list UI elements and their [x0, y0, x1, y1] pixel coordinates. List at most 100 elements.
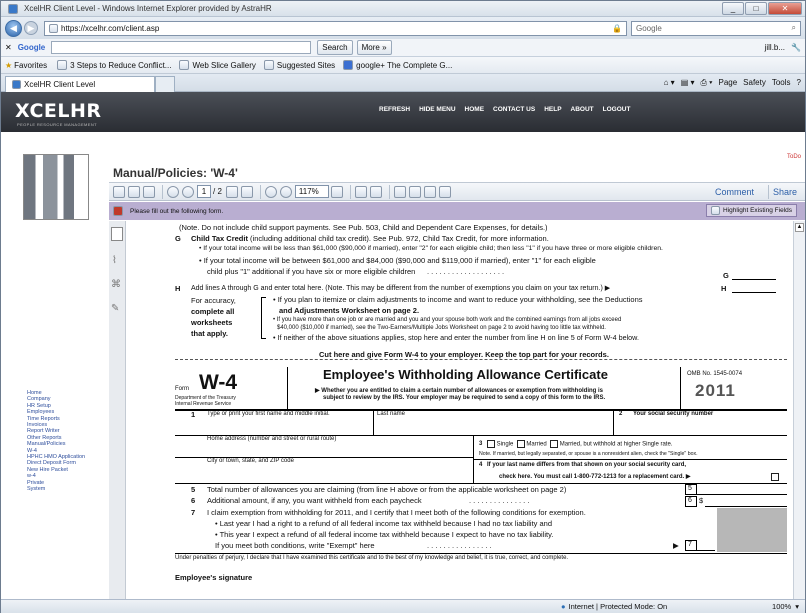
- divider: [613, 411, 614, 435]
- site-logo[interactable]: XCELHR: [15, 100, 102, 122]
- zoom-input[interactable]: 117%: [294, 185, 329, 198]
- google-search-input[interactable]: [51, 41, 312, 54]
- last-name-label: Last name: [377, 411, 406, 417]
- minimize-button[interactable]: _: [722, 2, 744, 15]
- highlight-fields-button[interactable]: Highlight Existing Fields: [705, 204, 797, 217]
- attach-icon[interactable]: [408, 185, 421, 198]
- zoom-dropdown-icon[interactable]: [330, 185, 343, 198]
- home-icon[interactable]: ⌂ ▾: [664, 78, 675, 87]
- h-left-4: that apply.: [191, 329, 228, 338]
- signin-label[interactable]: jill.b...: [765, 43, 785, 52]
- tab-title: XcelHR Client Level: [24, 79, 96, 89]
- rss-icon[interactable]: ▤ ▾: [681, 78, 695, 87]
- comment-button[interactable]: Comment: [715, 187, 754, 197]
- fav-item[interactable]: 3 Steps to Reduce Conflict...: [70, 61, 171, 70]
- single-checkbox[interactable]: [487, 440, 495, 448]
- married-higher-checkbox[interactable]: [550, 440, 559, 448]
- allowances-field[interactable]: [697, 484, 787, 495]
- tools-menu[interactable]: Tools: [772, 78, 791, 87]
- line-g-field[interactable]: [732, 279, 776, 280]
- save-icon[interactable]: [113, 185, 125, 198]
- line-h-field[interactable]: [732, 292, 776, 293]
- pdf-scrollbar[interactable]: ▲: [793, 221, 805, 599]
- married-checkbox[interactable]: [516, 440, 525, 448]
- print-icon[interactable]: ⎙ ▾: [701, 78, 713, 88]
- maximize-button[interactable]: □: [745, 2, 767, 15]
- binoculars-icon[interactable]: ⌘: [111, 279, 121, 290]
- email-icon[interactable]: [143, 185, 155, 198]
- nav-help[interactable]: HELP: [544, 106, 561, 113]
- omb-number: OMB No. 1545-0074: [687, 371, 743, 377]
- form-label: Form: [175, 386, 189, 392]
- l7-bullet1: • Last year I had a right to a refund of…: [215, 519, 552, 528]
- wrench-icon[interactable]: 🔧: [791, 43, 801, 52]
- line-g-dots: . . . . . . . . . . . . . . . . . . .: [427, 267, 505, 276]
- forward-button[interactable]: ▶: [24, 21, 38, 35]
- share-button[interactable]: Share: [773, 187, 797, 197]
- sidebar-item[interactable]: System: [27, 486, 85, 492]
- nav-logout[interactable]: LOGOUT: [603, 106, 631, 113]
- nav-refresh[interactable]: REFRESH: [379, 106, 410, 113]
- select-tool-icon[interactable]: [225, 185, 238, 198]
- line-h-box-label: H: [721, 284, 727, 293]
- nav-contact[interactable]: CONTACT US: [493, 106, 535, 113]
- close-toolbar-icon[interactable]: ✕: [5, 43, 12, 52]
- married-higher-label: Married, but withhold at higher Single r…: [559, 441, 673, 448]
- l6-dots: . . . . . . . . . . . . . . .: [469, 496, 530, 505]
- married-label: Married: [526, 441, 547, 448]
- back-button[interactable]: ◀: [5, 19, 22, 37]
- stamp-icon[interactable]: [423, 185, 436, 198]
- zoom-in-icon[interactable]: [279, 185, 292, 198]
- zone-text: Internet | Protected Mode: On: [568, 602, 668, 611]
- additional-amount-field[interactable]: [705, 496, 787, 507]
- address-input[interactable]: https://xcelhr.com/client.asp 🔒: [44, 20, 627, 36]
- favorites-bar: ★ Favorites 3 Steps to Reduce Conflict..…: [1, 57, 805, 74]
- safety-menu[interactable]: Safety: [743, 78, 766, 87]
- pages-icon[interactable]: [111, 227, 123, 241]
- address-bar-row: ◀ ▶ https://xcelhr.com/client.asp 🔒 Goog…: [1, 17, 805, 39]
- signature-icon[interactable]: ✎: [111, 303, 119, 314]
- new-tab-button[interactable]: [155, 75, 175, 92]
- expand-icon[interactable]: [438, 185, 451, 198]
- page-up-icon[interactable]: [167, 185, 179, 198]
- f3-number: 3: [479, 441, 483, 447]
- page-down-icon[interactable]: [182, 185, 194, 198]
- more-button[interactable]: More »: [356, 40, 392, 55]
- page-number-input[interactable]: 1: [197, 185, 211, 198]
- fav-item[interactable]: Suggested Sites: [277, 61, 335, 70]
- separator: [259, 184, 261, 199]
- scroll-up-icon[interactable]: ▲: [795, 223, 804, 232]
- fav-item[interactable]: google+ The Complete G...: [356, 61, 452, 70]
- google-search-button[interactable]: Search: [317, 40, 353, 55]
- rule: [473, 459, 787, 460]
- fit-width-icon[interactable]: [369, 185, 382, 198]
- print-icon[interactable]: [128, 185, 140, 198]
- attachment-icon[interactable]: ⌇: [112, 255, 117, 266]
- exempt-field[interactable]: [697, 540, 715, 551]
- page-title: Manual/Policies: 'W-4': [113, 166, 238, 180]
- hand-tool-icon[interactable]: [240, 185, 253, 198]
- sign-icon[interactable]: [393, 185, 406, 198]
- page-menu[interactable]: Page: [718, 78, 737, 87]
- close-button[interactable]: ✕: [768, 2, 802, 15]
- name-differs-checkbox[interactable]: [771, 473, 779, 481]
- nav-home[interactable]: HOME: [465, 106, 485, 113]
- zoom-status[interactable]: 100%: [772, 602, 791, 611]
- nav-about[interactable]: ABOUT: [571, 106, 594, 113]
- fav-item[interactable]: Web Slice Gallery: [192, 61, 255, 70]
- todo-link[interactable]: ToDo: [787, 154, 801, 160]
- tab-active[interactable]: XcelHR Client Level: [5, 75, 155, 92]
- fit-page-icon[interactable]: [354, 185, 367, 198]
- zoom-out-icon[interactable]: [264, 185, 277, 198]
- h-right-2: and Adjustments Worksheet on page 2.: [279, 306, 420, 315]
- help-icon[interactable]: ?: [797, 78, 801, 87]
- first-name-label: Type or print your first name and middle…: [207, 411, 330, 417]
- status-bar: ● Internet | Protected Mode: On 100% ▾: [1, 599, 805, 613]
- nav-hide-menu[interactable]: HIDE MENU: [419, 106, 455, 113]
- search-box[interactable]: Google ⌕: [631, 20, 801, 36]
- fav-icon: [179, 60, 190, 70]
- zoom-dropdown-icon[interactable]: ▾: [795, 602, 799, 611]
- highlight-icon: [710, 206, 720, 215]
- favorites-button[interactable]: Favorites: [14, 61, 47, 70]
- first-name-field[interactable]: [207, 419, 612, 433]
